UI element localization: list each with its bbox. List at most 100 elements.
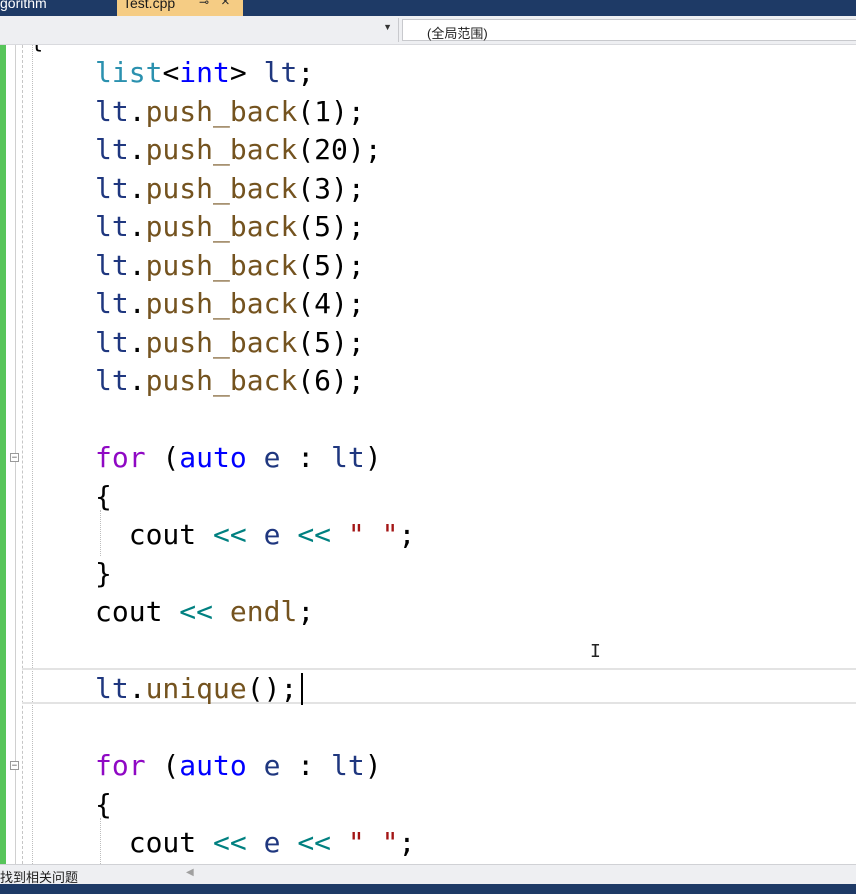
code-token: } xyxy=(95,556,112,590)
code-token: " " xyxy=(347,518,399,551)
code-token: e xyxy=(263,826,281,859)
code-token: (4); xyxy=(297,287,365,320)
code-token: " " xyxy=(347,826,399,859)
chevron-down-icon[interactable]: ▼ xyxy=(383,22,392,32)
code-token: lt xyxy=(95,287,129,320)
code-token: cout xyxy=(95,595,163,628)
code-line: cout << e << " "; xyxy=(95,516,416,554)
code-token: lt xyxy=(95,210,129,243)
code-token: << xyxy=(213,518,247,551)
code-token: (5); xyxy=(297,248,365,282)
code-token: . xyxy=(128,287,146,320)
bottom-band xyxy=(0,884,856,894)
code-token: ( xyxy=(145,441,180,474)
tab-label: Test.cpp xyxy=(123,0,176,11)
code-token: e xyxy=(263,441,281,474)
code-token: for xyxy=(95,441,146,474)
code-line: for (auto e : lt) xyxy=(95,439,382,477)
code-token: lt xyxy=(95,672,129,705)
status-bar: 找到相关问题 ◀ xyxy=(0,864,856,885)
tab-label: gorithm xyxy=(0,0,47,11)
code-token: { xyxy=(95,787,112,821)
code-token: << xyxy=(297,518,332,551)
code-token: e xyxy=(263,749,281,782)
code-token: unique xyxy=(145,672,247,705)
code-token: push_back xyxy=(145,248,298,282)
code-token: { xyxy=(95,479,112,513)
code-line: for (auto e : lt) xyxy=(95,747,382,785)
fold-toggle[interactable]: − xyxy=(10,453,19,463)
code-line: cout << e << " "; xyxy=(95,824,416,862)
code-token: lt xyxy=(95,325,129,359)
code-token: : xyxy=(280,749,332,782)
code-token: cout xyxy=(128,826,197,859)
code-token: . xyxy=(128,94,146,128)
code-token: ; xyxy=(297,56,315,89)
code-line: lt.push_back(3); xyxy=(95,170,365,208)
change-tracking-bar xyxy=(0,45,6,864)
code-token: (5); xyxy=(297,210,365,243)
code-token: . xyxy=(128,325,146,359)
code-token: < xyxy=(162,56,180,89)
code-token: (3); xyxy=(297,171,365,205)
code-token: . xyxy=(128,133,146,166)
code-line: lt.push_back(4); xyxy=(95,285,365,323)
code-token: for xyxy=(95,749,146,782)
code-line: lt.push_back(5); xyxy=(95,208,365,246)
fold-toggle[interactable]: − xyxy=(10,761,19,771)
code-line-top: { xyxy=(30,45,43,61)
code-token: push_back xyxy=(145,287,298,320)
code-token: . xyxy=(128,171,146,205)
code-token: lt xyxy=(95,364,129,397)
code-line: lt.unique(); xyxy=(95,670,297,708)
code-line: cout << endl; xyxy=(95,593,314,631)
tab-algorithm[interactable]: gorithm xyxy=(0,0,113,16)
code-token: ; xyxy=(398,826,416,859)
code-line: lt.push_back(5); xyxy=(95,247,365,285)
code-token: ) xyxy=(364,749,382,782)
code-line: } xyxy=(95,555,112,593)
tab-test-cpp[interactable]: Test.cpp ⊸ × xyxy=(117,0,243,16)
code-line: lt.push_back(6); xyxy=(95,362,365,400)
navbar-divider xyxy=(398,18,399,42)
code-token: ( xyxy=(145,749,180,782)
code-token: : xyxy=(280,441,332,474)
code-token: << xyxy=(179,595,214,628)
code-line: lt.push_back(5); xyxy=(95,324,365,362)
pin-icon[interactable]: ⊸ xyxy=(199,0,209,8)
code-token: lt xyxy=(263,56,298,89)
code-token: ; xyxy=(398,518,416,551)
code-token: lt xyxy=(331,441,365,474)
code-line: lt.push_back(20); xyxy=(95,131,382,169)
scroll-left-icon[interactable]: ◀ xyxy=(186,867,194,878)
project-dropdown[interactable]: ▼ xyxy=(0,19,396,41)
code-token: > xyxy=(229,56,264,89)
code-token: push_back xyxy=(145,364,298,397)
close-icon[interactable]: × xyxy=(221,0,230,9)
code-token: int xyxy=(179,56,230,89)
indent-guide xyxy=(32,45,33,864)
code-token: . xyxy=(128,364,146,397)
code-token: endl xyxy=(229,595,298,628)
text-caret xyxy=(301,673,303,705)
code-token: cout xyxy=(128,518,197,551)
ibeam-cursor-icon: I xyxy=(590,641,601,662)
scope-dropdown[interactable]: (全局范围) xyxy=(402,19,856,41)
code-token: push_back xyxy=(145,210,298,243)
code-token: e xyxy=(263,518,281,551)
code-token: << xyxy=(213,826,247,859)
code-token: (1); xyxy=(297,94,365,128)
code-token: (20); xyxy=(297,133,382,166)
code-token: lt xyxy=(95,171,129,205)
code-token: ) xyxy=(364,441,382,474)
code-token: (); xyxy=(246,672,298,705)
code-editor[interactable]: − − { list<int> lt;lt.push_back(1);lt.pu… xyxy=(0,45,856,864)
